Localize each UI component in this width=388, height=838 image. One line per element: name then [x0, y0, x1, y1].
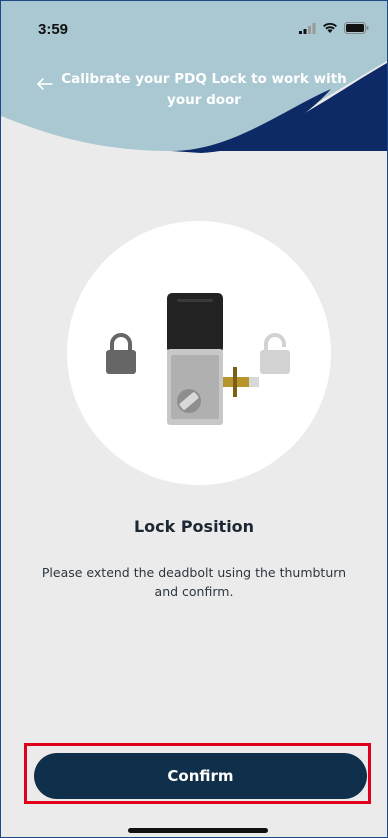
- back-button[interactable]: [34, 73, 56, 95]
- cellular-signal-icon: [299, 22, 316, 34]
- home-indicator: [128, 828, 268, 833]
- arrow-left-icon: [37, 78, 53, 90]
- battery-icon: [344, 22, 369, 34]
- wifi-icon: [323, 22, 337, 33]
- locked-padlock-icon: [106, 333, 136, 374]
- section-heading: Lock Position: [133, 517, 255, 536]
- unlocked-padlock-icon: [260, 333, 290, 374]
- confirm-button[interactable]: Confirm: [34, 753, 367, 799]
- status-bar: 3:59: [1, 1, 387, 45]
- smart-lock-device-image: [167, 293, 259, 425]
- page-title: Calibrate your PDQ Lock to work with you…: [61, 71, 347, 108]
- status-icons: [299, 22, 369, 34]
- instruction-text: Please extend the deadbolt using the thu…: [41, 565, 347, 599]
- phone-screen: 3:59 Calibrate your PDQ Lock to work wit…: [0, 0, 388, 838]
- status-time: 3:59: [38, 21, 69, 38]
